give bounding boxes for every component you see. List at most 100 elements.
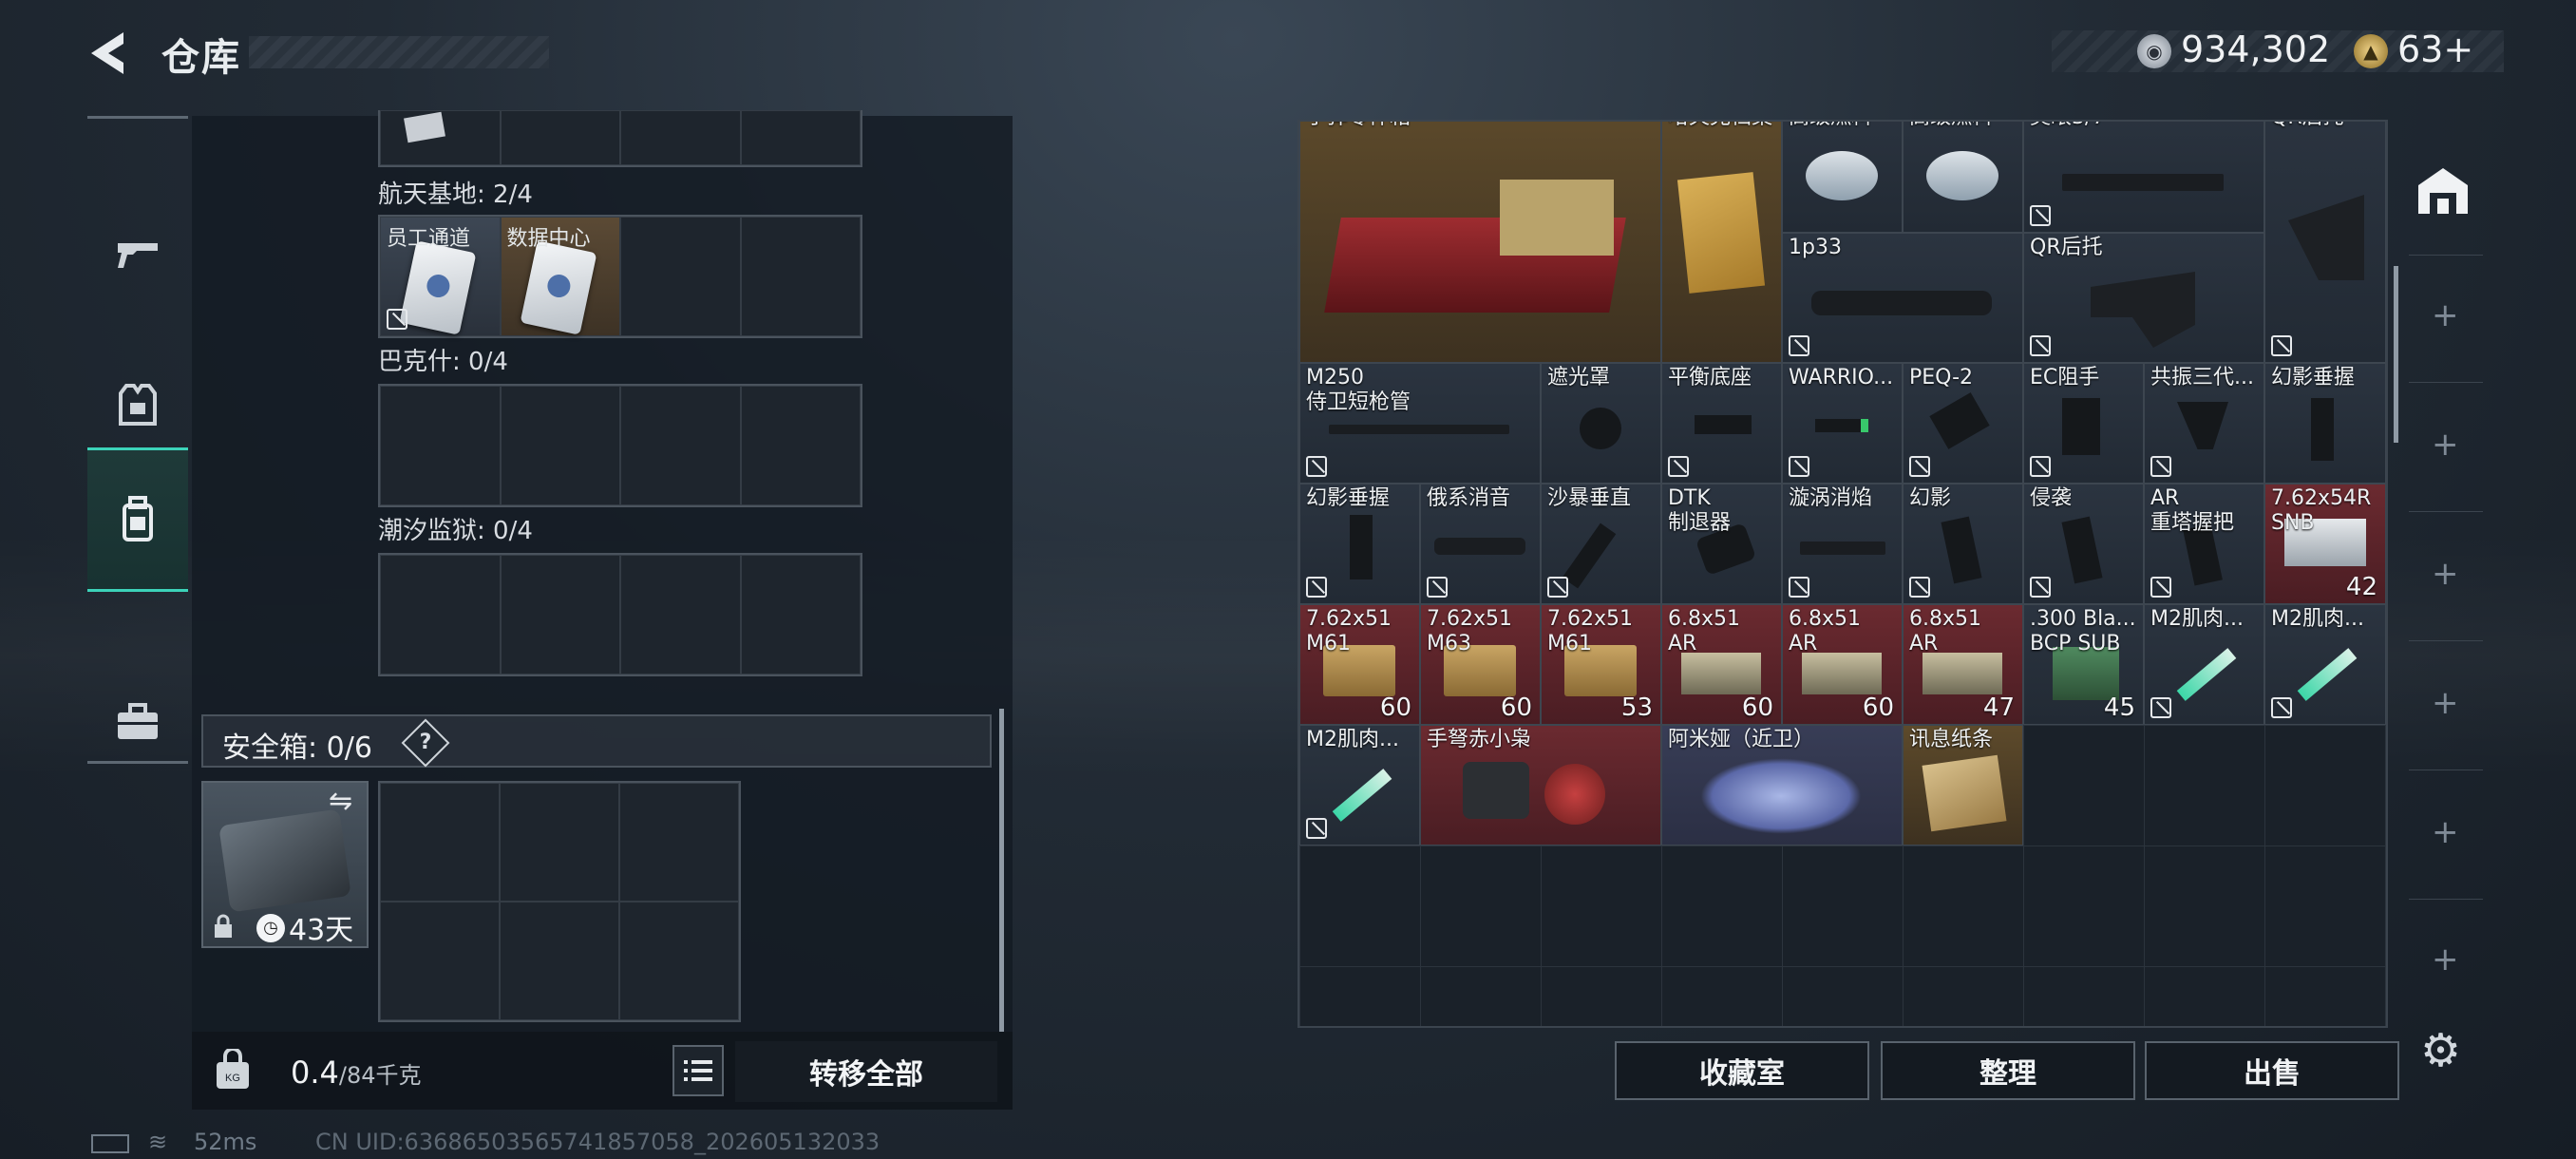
stash-item[interactable]: PEQ-2 xyxy=(1903,363,2023,484)
slot[interactable] xyxy=(500,386,620,505)
transfer-all-button[interactable]: 转移全部 xyxy=(735,1041,997,1102)
stash-item[interactable]: 子弹零件箱 xyxy=(1299,122,1661,363)
currency1-value: 934,302 xyxy=(2181,28,2331,70)
stash-item[interactable]: QR后托 xyxy=(2264,122,2386,363)
stash-item[interactable]: M2肌肉... xyxy=(2144,604,2264,725)
add-stash-button[interactable]: + xyxy=(2432,813,2459,851)
stash-item[interactable]: 幻影 xyxy=(1903,484,2023,604)
stash-item[interactable]: 阿米娅（近卫） xyxy=(1661,725,1903,846)
sell-button[interactable]: 出售 xyxy=(2145,1041,2399,1100)
stash-tab[interactable] xyxy=(2409,156,2477,224)
stash-item[interactable]: M250 侍卫短枪管 xyxy=(1299,363,1541,484)
keycard-slot[interactable]: 员工通道 xyxy=(380,217,501,336)
stash-item[interactable]: 7.62x51 M63 60 xyxy=(1420,604,1541,725)
stash-item[interactable]: M2肌肉... xyxy=(2264,604,2386,725)
battery-icon xyxy=(91,1134,129,1153)
slot[interactable] xyxy=(380,555,501,674)
sort-button[interactable]: 整理 xyxy=(1881,1041,2135,1100)
stash-item[interactable]: 遮光罩 xyxy=(1541,363,1661,484)
slot[interactable] xyxy=(740,555,861,674)
back-arrow-icon[interactable] xyxy=(85,27,139,80)
syringe-icon xyxy=(1332,769,1392,822)
slot[interactable] xyxy=(380,783,500,902)
stash-item[interactable]: DTK 制退器 xyxy=(1661,484,1782,604)
slot[interactable] xyxy=(619,902,739,1020)
keycard-slot[interactable]: 数据中心 xyxy=(500,217,620,336)
nav-weapons[interactable] xyxy=(87,183,188,326)
add-stash-button[interactable]: + xyxy=(2432,555,2459,593)
bound-icon xyxy=(2150,577,2171,598)
slot[interactable] xyxy=(380,110,501,165)
stash-item[interactable]: QR后托 xyxy=(2023,233,2264,363)
stash-item[interactable]: 共振三代... xyxy=(2144,363,2264,484)
stash-item[interactable]: WARRIO... xyxy=(1782,363,1903,484)
nav-backpack[interactable] xyxy=(87,447,188,592)
item-name: 高级燃料 xyxy=(1909,122,1993,130)
stash-scrollbar[interactable] xyxy=(2394,266,2398,443)
ammo-box-icon xyxy=(1923,653,2002,694)
stash-item[interactable]: 讯息纸条 xyxy=(1903,725,2023,846)
slot[interactable] xyxy=(500,555,620,674)
stash-item[interactable]: 高级燃料 xyxy=(1903,122,2023,233)
slot[interactable] xyxy=(740,217,861,336)
add-stash-button[interactable]: + xyxy=(2432,684,2459,722)
stash-item[interactable]: 幻影垂握 xyxy=(1299,484,1420,604)
item-name: 幻影垂握 xyxy=(2271,366,2356,390)
stash-item[interactable]: 哈夫克档案 xyxy=(1661,122,1782,363)
slot[interactable] xyxy=(500,783,619,902)
swap-icon[interactable]: ⇋ xyxy=(329,785,352,818)
item-count: 53 xyxy=(1620,694,1653,722)
stash-item[interactable]: 6.8x51 AR 60 xyxy=(1782,604,1903,725)
item-name: 哈夫克档案 xyxy=(1668,122,1772,130)
stash-item[interactable]: 7.62x51 M61 53 xyxy=(1541,604,1661,725)
stash-item[interactable]: 6.8x51 AR 60 xyxy=(1661,604,1782,725)
stash-item[interactable]: 沙暴垂直 xyxy=(1541,484,1661,604)
stash-item[interactable]: 幻影垂握 xyxy=(2264,363,2386,484)
slot[interactable] xyxy=(619,783,739,902)
add-stash-button[interactable]: + xyxy=(2432,426,2459,464)
nav-divider xyxy=(2409,382,2483,383)
stash-item[interactable]: 高级燃料 xyxy=(1782,122,1903,233)
stash-panel: 子弹零件箱 哈夫克档案 高级燃料 高级燃料 灵眼3/7 QR后托 1p33 QR… xyxy=(1297,120,2388,1028)
nav-case[interactable] xyxy=(87,651,188,793)
stash-item[interactable]: 手弩赤小枭 xyxy=(1420,725,1661,846)
slot[interactable] xyxy=(380,902,500,1020)
stash-item[interactable]: 7.62x54R SNB 42 xyxy=(2264,484,2386,604)
item-name: 共振三代... xyxy=(2150,366,2254,390)
safebox-grid xyxy=(378,781,741,1022)
briefcase-icon xyxy=(118,703,158,739)
stash-item[interactable]: 1p33 xyxy=(1782,233,2023,363)
stash-item[interactable]: 灵眼3/7 xyxy=(2023,122,2264,233)
left-scrollbar[interactable] xyxy=(999,709,1004,1032)
stash-item[interactable]: 俄系消音 xyxy=(1420,484,1541,604)
vault-button[interactable]: 收藏室 xyxy=(1615,1041,1869,1100)
slot[interactable] xyxy=(620,386,741,505)
stash-item[interactable]: AR 重塔握把 xyxy=(2144,484,2264,604)
slot[interactable] xyxy=(740,386,861,505)
stash-item[interactable]: M2肌肉... xyxy=(1299,725,1420,846)
section-label-tidal-prison: 潮汐监狱: 0/4 xyxy=(378,517,533,545)
stash-item[interactable]: 侵袭 xyxy=(2023,484,2144,604)
currency2-value[interactable]: 63+ xyxy=(2397,28,2473,70)
stash-item[interactable]: EC阻手 xyxy=(2023,363,2144,484)
list-view-button[interactable] xyxy=(672,1045,724,1096)
slot[interactable] xyxy=(620,217,741,336)
stash-item[interactable]: 漩涡消焰 xyxy=(1782,484,1903,604)
slot[interactable] xyxy=(620,110,741,165)
stash-item[interactable]: .300 Bla... BCP SUB 45 xyxy=(2023,604,2144,725)
slot[interactable] xyxy=(500,110,620,165)
stash-item[interactable]: 6.8x51 AR 47 xyxy=(1903,604,2023,725)
stash-item[interactable]: 平衡底座 xyxy=(1661,363,1782,484)
stash-item[interactable]: 7.62x51 M61 60 xyxy=(1299,604,1420,725)
ammo-box-icon xyxy=(1802,653,1882,694)
item-name: 6.8x51 AR xyxy=(1909,607,1982,656)
silver-coin-icon: ◉ xyxy=(2137,34,2171,68)
slot[interactable] xyxy=(500,902,619,1020)
gear-icon[interactable]: ⚙ xyxy=(2420,1024,2461,1077)
slot[interactable] xyxy=(740,110,861,165)
add-stash-button[interactable]: + xyxy=(2432,296,2459,334)
slot[interactable] xyxy=(620,555,741,674)
add-stash-button[interactable]: + xyxy=(2432,940,2459,978)
slot[interactable] xyxy=(380,386,501,505)
nav-divider xyxy=(2409,899,2483,900)
